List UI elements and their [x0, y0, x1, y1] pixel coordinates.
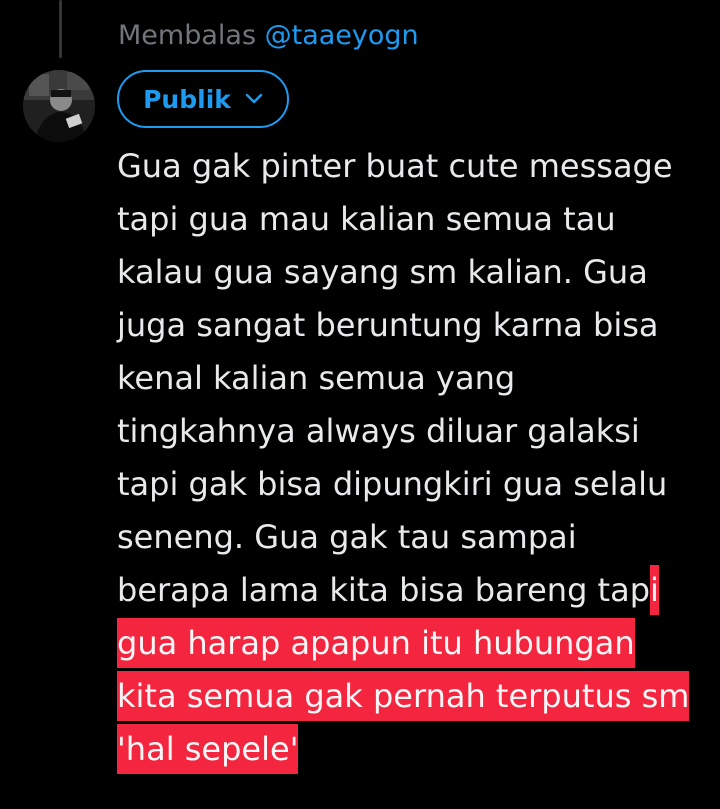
replying-to-handle[interactable]: @taaeyogn	[265, 20, 419, 51]
tweet-line-highlighted: 'hal sepele'	[117, 723, 707, 776]
text-selection-highlight: 'hal sepele'	[117, 724, 299, 774]
tweet-text[interactable]: Gua gak pinter buat cute message tapi gu…	[117, 140, 707, 776]
replying-to-label: Membalas	[118, 20, 257, 51]
replying-to: Membalas @taaeyogn	[118, 20, 419, 51]
tweet-line: kenal kalian semua yang	[117, 359, 516, 397]
tweet-line: kalau gua sayang sm kalian. Gua	[117, 253, 648, 291]
tweet-line: tingkahnya always diluar galaksi	[117, 412, 640, 450]
audience-selector-button[interactable]: Publik	[117, 70, 289, 128]
tweet-line: seneng. Gua gak tau sampai	[117, 518, 577, 556]
text-selection-highlight: i	[650, 565, 659, 615]
tweet-line-text: berapa lama kita bisa bareng tap	[117, 571, 651, 609]
tweet-line-highlighted: kita semua gak pernah terputus sm	[117, 670, 707, 723]
tweet-line: tapi gua mau kalian semua tau	[117, 200, 616, 238]
tweet-line: berapa lama kita bisa bareng tapi	[117, 564, 707, 617]
avatar-photo-icon	[23, 70, 95, 142]
tweet-line: Gua gak pinter buat cute message	[117, 147, 673, 185]
thread-connector-line	[59, 0, 62, 58]
tweet-line-highlighted: gua harap apapun itu hubungan	[117, 617, 707, 670]
chevron-down-icon	[245, 93, 263, 104]
audience-label: Publik	[143, 84, 231, 114]
text-selection-highlight: kita semua gak pernah terputus sm	[117, 671, 690, 721]
text-selection-highlight: gua harap apapun itu hubungan	[117, 618, 635, 668]
avatar[interactable]	[23, 70, 95, 142]
tweet-line: tapi gak bisa dipungkiri gua selalu	[117, 465, 668, 503]
tweet-line: juga sangat beruntung karna bisa	[117, 306, 659, 344]
